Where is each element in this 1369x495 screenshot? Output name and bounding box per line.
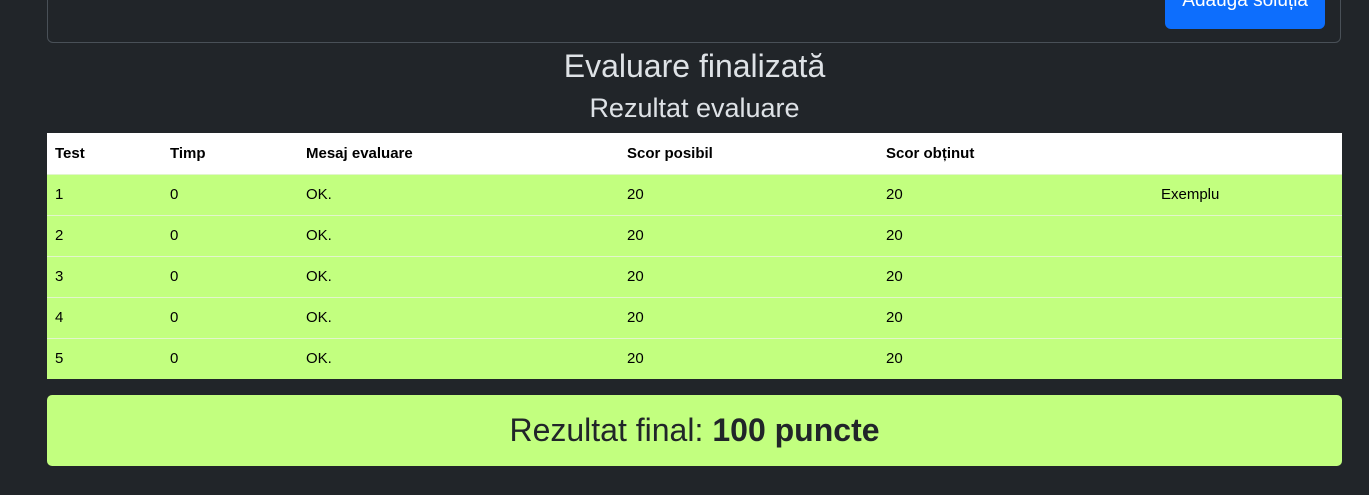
final-result-value: 100 puncte <box>712 412 880 448</box>
table-row: 3 0 OK. 20 20 <box>47 255 1342 297</box>
submission-card: Adaugă soluția <box>47 0 1341 43</box>
cell-message: OK. <box>298 255 619 297</box>
cell-message: OK. <box>298 337 619 379</box>
cell-possible-score: 20 <box>619 214 878 256</box>
cell-obtained-score: 20 <box>878 337 1153 379</box>
cell-obtained-score: 20 <box>878 214 1153 256</box>
table-row: 1 0 OK. 20 20 Exemplu <box>47 173 1342 215</box>
results-subtitle: Rezultat evaluare <box>589 93 800 123</box>
cell-time: 0 <box>162 173 298 215</box>
cell-possible-score: 20 <box>619 173 878 215</box>
results-table: Test Timp Mesaj evaluare Scor posibil Sc… <box>47 133 1342 379</box>
column-header-possible-score: Scor posibil <box>619 133 878 174</box>
column-header-test: Test <box>47 133 162 174</box>
table-row: 4 0 OK. 20 20 <box>47 296 1342 338</box>
cell-note: Exemplu <box>1153 173 1342 215</box>
cell-possible-score: 20 <box>619 337 878 379</box>
cell-obtained-score: 20 <box>878 296 1153 338</box>
cell-time: 0 <box>162 214 298 256</box>
final-result-banner: Rezultat final: 100 puncte <box>47 395 1342 466</box>
table-row: 5 0 OK. 20 20 <box>47 337 1342 379</box>
cell-test: 4 <box>47 296 162 338</box>
cell-message: OK. <box>298 173 619 215</box>
cell-test: 2 <box>47 214 162 256</box>
cell-note <box>1153 255 1342 297</box>
cell-time: 0 <box>162 255 298 297</box>
cell-obtained-score: 20 <box>878 173 1153 215</box>
cell-possible-score: 20 <box>619 296 878 338</box>
page-title: Evaluare finalizată <box>563 48 826 84</box>
cell-time: 0 <box>162 337 298 379</box>
cell-test: 1 <box>47 173 162 215</box>
table-row: 2 0 OK. 20 20 <box>47 214 1342 256</box>
column-header-note <box>1153 133 1342 174</box>
table-header-row: Test Timp Mesaj evaluare Scor posibil Sc… <box>47 133 1342 174</box>
cell-test: 3 <box>47 255 162 297</box>
cell-test: 5 <box>47 337 162 379</box>
cell-message: OK. <box>298 296 619 338</box>
column-header-time: Timp <box>162 133 298 174</box>
cell-time: 0 <box>162 296 298 338</box>
cell-possible-score: 20 <box>619 255 878 297</box>
column-header-obtained-score: Scor obținut <box>878 133 1153 174</box>
column-header-message: Mesaj evaluare <box>298 133 619 174</box>
cell-note <box>1153 337 1342 379</box>
cell-note <box>1153 296 1342 338</box>
cell-note <box>1153 214 1342 256</box>
final-result-label: Rezultat final: <box>509 412 704 448</box>
cell-obtained-score: 20 <box>878 255 1153 297</box>
cell-message: OK. <box>298 214 619 256</box>
add-solution-button[interactable]: Adaugă soluția <box>1165 0 1325 29</box>
